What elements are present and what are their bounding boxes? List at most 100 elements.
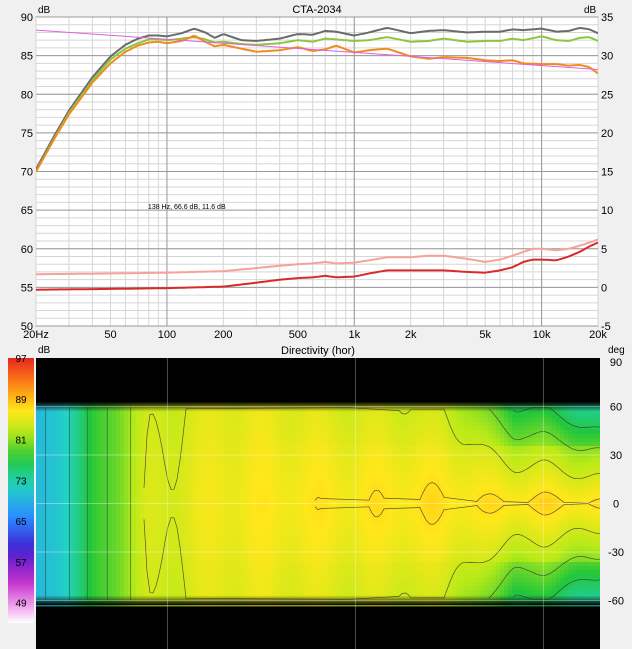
heatmap-cell bbox=[44, 518, 49, 523]
heatmap-cell bbox=[344, 414, 349, 419]
heatmap-cell bbox=[76, 474, 81, 479]
heatmap-cell bbox=[132, 518, 137, 523]
heatmap-cell bbox=[60, 502, 65, 507]
heatmap-cell bbox=[296, 446, 301, 451]
heatmap-cell bbox=[388, 586, 393, 591]
heatmap-cell bbox=[356, 542, 361, 547]
heatmap-cell bbox=[72, 562, 77, 567]
heatmap-cell bbox=[240, 478, 245, 483]
heatmap-cell bbox=[208, 542, 213, 547]
heatmap-cell bbox=[80, 486, 85, 491]
heatmap-cell bbox=[108, 590, 113, 595]
heatmap-cell bbox=[212, 518, 217, 523]
heatmap-cell bbox=[48, 582, 53, 587]
heatmap-cell bbox=[112, 546, 117, 551]
heatmap-cell bbox=[168, 502, 173, 507]
heatmap-cell bbox=[52, 582, 57, 587]
heatmap-cell bbox=[276, 490, 281, 495]
heatmap-cell bbox=[96, 414, 101, 419]
heatmap-cell bbox=[148, 510, 153, 515]
heatmap-cell bbox=[176, 570, 181, 575]
heatmap-cell bbox=[108, 474, 113, 479]
heatmap-cell bbox=[324, 482, 329, 487]
heatmap-cell bbox=[344, 562, 349, 567]
heatmap-cell bbox=[376, 414, 381, 419]
heatmap-cell bbox=[104, 566, 109, 571]
heatmap-cell bbox=[68, 466, 73, 471]
heatmap-cell bbox=[268, 546, 273, 551]
heatmap-cell bbox=[364, 458, 369, 463]
heatmap-cell bbox=[100, 446, 105, 451]
x-tick: 20k bbox=[589, 329, 607, 340]
heatmap-cell bbox=[216, 458, 221, 463]
heatmap-cell bbox=[312, 574, 317, 579]
heatmap-cell bbox=[168, 450, 173, 455]
heatmap-cell bbox=[228, 502, 233, 507]
heatmap-cell bbox=[224, 510, 229, 515]
heatmap-cell bbox=[56, 466, 61, 471]
heatmap-cell bbox=[120, 494, 125, 499]
heatmap-cell bbox=[416, 438, 421, 443]
heatmap-cell bbox=[188, 518, 193, 523]
heatmap-cell bbox=[156, 438, 161, 443]
heatmap-cell bbox=[76, 570, 81, 575]
heatmap-cell bbox=[240, 558, 245, 563]
heatmap-cell bbox=[276, 474, 281, 479]
heatmap-cell bbox=[196, 530, 201, 535]
heatmap-cell bbox=[192, 490, 197, 495]
heatmap-cell bbox=[364, 510, 369, 515]
heatmap-cell bbox=[388, 558, 393, 563]
heatmap-cell bbox=[392, 526, 397, 531]
cta2034-report: 50 55 60 65 70 75 80 85 90 -5 0 5 10 15 20 25 30 35 20Hz 50… bbox=[0, 0, 632, 649]
heatmap-cell bbox=[44, 438, 49, 443]
heatmap-cell bbox=[64, 590, 69, 595]
heatmap-cell bbox=[260, 426, 265, 431]
heatmap-cell bbox=[300, 586, 305, 591]
heatmap-cell bbox=[316, 554, 321, 559]
heatmap-cell bbox=[112, 518, 117, 523]
heatmap-cell bbox=[136, 570, 141, 575]
heatmap-cell bbox=[324, 418, 329, 423]
heatmap-cell bbox=[60, 438, 65, 443]
heatmap-cell bbox=[396, 574, 401, 579]
heatmap-cell bbox=[296, 458, 301, 463]
heatmap-cell bbox=[112, 482, 117, 487]
heatmap-cell bbox=[404, 490, 409, 495]
heatmap-cell bbox=[320, 570, 325, 575]
heatmap-cell bbox=[100, 522, 105, 527]
heatmap-cell bbox=[388, 534, 393, 539]
heatmap-cell bbox=[60, 554, 65, 559]
heatmap-cell bbox=[372, 538, 377, 543]
heatmap-cell bbox=[156, 466, 161, 471]
heatmap-cell bbox=[232, 486, 237, 491]
heatmap-cell bbox=[320, 430, 325, 435]
heatmap-cell bbox=[172, 414, 177, 419]
heatmap-cell bbox=[356, 562, 361, 567]
heatmap-cell bbox=[288, 542, 293, 547]
heatmap-cell bbox=[284, 522, 289, 527]
heatmap-cell bbox=[392, 414, 397, 419]
heatmap-cell bbox=[284, 466, 289, 471]
heatmap-cell bbox=[152, 446, 157, 451]
heatmap-cell bbox=[376, 438, 381, 443]
heatmap-cell bbox=[244, 450, 249, 455]
heatmap-cell bbox=[48, 562, 53, 567]
heatmap-cell bbox=[68, 418, 73, 423]
heatmap-cell bbox=[340, 462, 345, 467]
heatmap-cell bbox=[60, 482, 65, 487]
heatmap-cell bbox=[52, 430, 57, 435]
heatmap-cell bbox=[64, 414, 69, 419]
heatmap-cell bbox=[96, 458, 101, 463]
heatmap-cell bbox=[308, 546, 313, 551]
heatmap-cell bbox=[388, 490, 393, 495]
heatmap-cell bbox=[276, 570, 281, 575]
heatmap-cell bbox=[344, 498, 349, 503]
heatmap-cell bbox=[224, 422, 229, 427]
heatmap-cell bbox=[344, 546, 349, 551]
heatmap-cell bbox=[108, 562, 113, 567]
heatmap-cell bbox=[108, 486, 113, 491]
heatmap-cell bbox=[192, 458, 197, 463]
heatmap-cell bbox=[240, 430, 245, 435]
heatmap-cell bbox=[216, 478, 221, 483]
heatmap-cell bbox=[280, 526, 285, 531]
